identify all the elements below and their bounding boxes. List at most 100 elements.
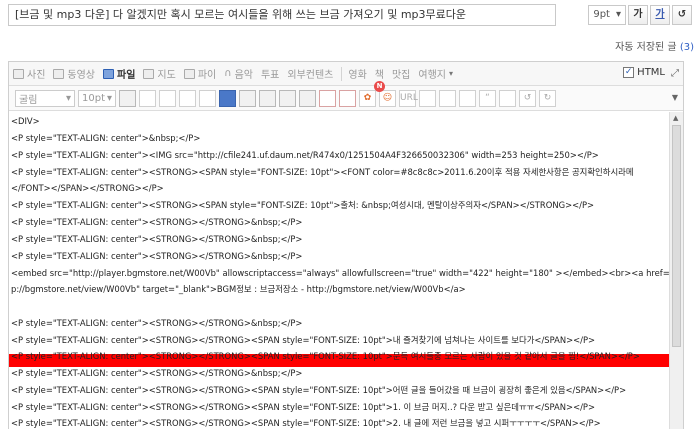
insert-external-button[interactable]: 외부컨텐츠 <box>287 66 333 81</box>
chevron-down-icon: ▾ <box>449 69 454 78</box>
scroll-up-icon[interactable]: ▲ <box>673 114 678 122</box>
special-char-button[interactable]: ☺ <box>379 89 396 107</box>
code-line: <P style="TEXT-ALIGN: center"><STRONG></… <box>11 351 640 361</box>
code-line: <P style="TEXT-ALIGN: center">&nbsp;</P> <box>11 133 201 143</box>
autosave-count: (3) <box>679 42 694 53</box>
quote-button[interactable]: “ <box>479 89 496 107</box>
code-line: <P style="TEXT-ALIGN: center"><STRONG></… <box>11 335 596 345</box>
scrollbar-thumb[interactable] <box>672 125 681 347</box>
insert-toolbar: 사진 동영상 파일 지도 파이 ∩ 음악 투표 외부컨텐츠 영화 책 맛집 여행지… <box>9 62 683 86</box>
format-toolbar: 굴림 ▾ 10pt ▾ ✿ ☺ URL “ ↺ ↻ ▼ <box>9 86 683 111</box>
code-line: <DIV> <box>11 116 40 126</box>
indent-button[interactable] <box>339 89 356 107</box>
code-line: <P style="TEXT-ALIGN: center"><STRONG><S… <box>11 200 595 210</box>
insert-book-label: 책 <box>374 70 384 81</box>
title-tools: 9pt ▾ 가 가 ↺ <box>588 5 692 25</box>
title-bold-button[interactable]: 가 <box>628 5 648 25</box>
code-line: <P style="TEXT-ALIGN: center"><STRONG></… <box>11 217 303 227</box>
hr-button[interactable] <box>419 89 436 107</box>
insert-fee-label: 파이 <box>197 70 217 81</box>
code-line: </FONT></SPAN></STRONG></P> <box>11 183 164 193</box>
code-line: <P style="TEXT-ALIGN: center"><STRONG></… <box>11 318 303 328</box>
html-checkbox[interactable]: ✓ <box>623 67 635 78</box>
align-center-button[interactable] <box>259 89 276 107</box>
text-color-button[interactable] <box>199 89 216 107</box>
chevron-down-icon: ▾ <box>615 9 621 20</box>
background-color-button[interactable] <box>219 89 236 107</box>
title-font-size-select[interactable]: 9pt ▾ <box>588 5 626 25</box>
insert-movie-label: 영화 <box>348 70 367 81</box>
chevron-down-icon: ▾ <box>106 92 112 104</box>
chevron-down-icon[interactable]: ▼ <box>672 93 678 102</box>
insert-movie-button[interactable]: 영화 <box>348 66 366 81</box>
insert-music-button[interactable]: ∩ 음악 <box>224 66 253 81</box>
bold-button[interactable] <box>119 89 136 107</box>
strikethrough-button[interactable] <box>179 89 196 107</box>
insert-restaurant-label: 맛집 <box>391 70 411 81</box>
html-code-area[interactable]: <DIV> <P style="TEXT-ALIGN: center">&nbsp… <box>9 112 669 429</box>
vertical-scrollbar[interactable]: ▲ <box>669 112 683 429</box>
new-badge: N <box>374 81 385 92</box>
insert-file-label: 파일 <box>117 70 136 81</box>
code-line: <P style="TEXT-ALIGN: center"><STRONG></… <box>11 418 601 428</box>
insert-restaurant-button[interactable]: 맛집 <box>392 66 410 81</box>
align-justify-button[interactable] <box>299 89 316 107</box>
align-right-button[interactable] <box>279 89 296 107</box>
insert-external-label: 외부컨텐츠 <box>287 70 334 81</box>
photo-icon <box>13 68 24 79</box>
insert-travel-button[interactable]: 여행지 ▾ <box>418 66 453 81</box>
insert-video-label: 동영상 <box>67 70 96 81</box>
code-line: <P style="TEXT-ALIGN: center"><STRONG></… <box>11 385 627 395</box>
align-left-button[interactable] <box>239 89 256 107</box>
insert-video-button[interactable]: 동영상 <box>53 66 95 81</box>
insert-travel-label: 여행지 <box>418 70 446 81</box>
insert-map-label: 지도 <box>157 70 176 81</box>
font-size-value: 10pt <box>82 92 105 104</box>
code-line: <embed src="http://player.bgmstore.net/W… <box>11 268 669 278</box>
expand-icon[interactable]: ⤢ <box>671 68 679 79</box>
title-undo-button[interactable]: ↺ <box>672 5 692 25</box>
italic-button[interactable] <box>139 89 156 107</box>
outdent-button[interactable] <box>319 89 336 107</box>
insert-map-button[interactable]: 지도 <box>143 66 176 81</box>
title-underline-button[interactable]: 가 <box>650 5 670 25</box>
insert-fee-button[interactable]: 파이 <box>183 66 217 81</box>
map-icon <box>143 68 155 79</box>
image-button[interactable] <box>459 89 476 107</box>
chevron-down-icon: ▾ <box>65 92 71 104</box>
floppy-disk-icon <box>103 68 115 79</box>
font-size-select[interactable]: 10pt ▾ <box>78 89 116 107</box>
insert-music-label: 음악 <box>234 70 253 81</box>
editor: 사진 동영상 파일 지도 파이 ∩ 음악 투표 외부컨텐츠 영화 책 맛집 여행지… <box>8 61 684 429</box>
title-font-size-value: 9pt <box>593 9 610 20</box>
table-button[interactable] <box>439 89 456 107</box>
emoticon-button[interactable]: ✿ <box>359 89 376 107</box>
insert-vote-button[interactable]: 투표 <box>261 66 279 81</box>
code-line: <P style="TEXT-ALIGN: center"><IMG src="… <box>11 150 599 160</box>
font-family-value: 굴림 <box>19 94 38 106</box>
code-line: <P style="TEXT-ALIGN: center"><STRONG><S… <box>11 167 634 177</box>
html-label: HTML <box>637 67 665 78</box>
list-button[interactable] <box>499 89 516 107</box>
autosave-link[interactable]: 자동 저장된 글 (3) <box>615 38 694 53</box>
font-family-select[interactable]: 굴림 ▾ <box>15 89 75 107</box>
table-icon <box>183 68 195 79</box>
underline-button[interactable] <box>159 89 176 107</box>
title-row: [브금 및 mp3 다운] 다 알겠지만 혹시 모르는 여시들을 위해 쓰는 브… <box>8 4 692 26</box>
autosave-label: 자동 저장된 글 <box>615 42 677 53</box>
code-line: <P style="TEXT-ALIGN: center"><STRONG></… <box>11 368 303 378</box>
redo-button[interactable]: ↻ <box>539 89 556 107</box>
code-line: <P style="TEXT-ALIGN: center"><STRONG></… <box>11 234 303 244</box>
toolbar-divider <box>341 66 343 81</box>
code-line: p://bgmstore.net/view/W00Vb" target="_bl… <box>11 284 466 294</box>
code-line: <P style="TEXT-ALIGN: center"><STRONG></… <box>11 251 303 261</box>
insert-photo-button[interactable]: 사진 <box>13 66 45 81</box>
headphones-icon: ∩ <box>224 68 232 79</box>
html-mode-toggle[interactable]: ✓ HTML <box>623 67 665 78</box>
undo-button[interactable]: ↺ <box>519 89 536 107</box>
url-button[interactable]: URL <box>399 89 418 107</box>
title-input[interactable]: [브금 및 mp3 다운] 다 알겠지만 혹시 모르는 여시들을 위해 쓰는 브… <box>8 4 556 26</box>
insert-book-button[interactable]: 책 <box>375 66 384 81</box>
video-icon <box>53 68 65 79</box>
insert-file-button[interactable]: 파일 <box>103 66 135 81</box>
